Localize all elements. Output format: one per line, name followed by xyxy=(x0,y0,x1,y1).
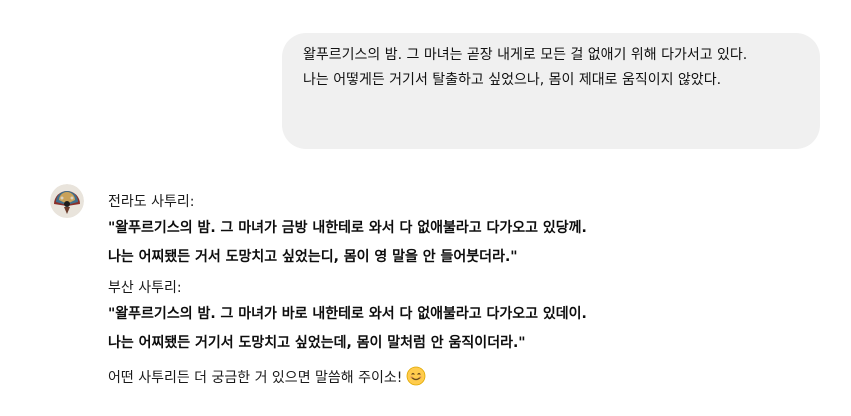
fan-avatar-icon xyxy=(50,184,84,218)
outro-text: 어떤 사투리든 더 궁금한 거 있으면 말씀해 주이소! xyxy=(108,370,403,386)
jeolla-label: 전라도 사투리: xyxy=(108,194,195,210)
busan-quote-line-1: "왈푸르기스의 밤. 그 마녀가 바로 내한테로 와서 다 없애불라고 다가오고… xyxy=(108,306,587,322)
jeolla-quote-line-1: "왈푸르기스의 밤. 그 마녀가 금방 내한테로 와서 다 없애불라고 다가오고… xyxy=(108,220,587,236)
user-message-line-1: 왈푸르기스의 밤. 그 마녀는 곧장 내게로 모든 걸 없애기 위해 다가서고 … xyxy=(303,47,748,63)
busan-quote-line-2: 나는 어찌됐든 거기서 도망치고 싶었는데, 몸이 말처럼 안 움직이더라." xyxy=(108,335,526,351)
outro-line: 어떤 사투리든 더 궁금한 거 있으면 말씀해 주이소! xyxy=(108,366,808,394)
smiling-face-emoji-icon xyxy=(406,366,426,394)
user-message-bubble: 왈푸르기스의 밤. 그 마녀는 곧장 내게로 모든 걸 없애기 위해 다가서고 … xyxy=(282,33,820,149)
busan-label: 부산 사투리: xyxy=(108,280,182,296)
jeolla-quote-line-2: 나는 어찌됐든 거서 도망치고 싶었는디, 몸이 영 말을 안 들어붓더라." xyxy=(108,249,518,265)
chat-page: 왈푸르기스의 밤. 그 마녀는 곧장 내게로 모든 걸 없애기 위해 다가서고 … xyxy=(0,0,851,416)
assistant-message: 전라도 사투리: "왈푸르기스의 밤. 그 마녀가 금방 내한테로 와서 다 없… xyxy=(108,190,808,394)
user-message-line-2: 나는 어떻게든 거기서 탈출하고 싶었으나, 몸이 제대로 움직이지 않았다. xyxy=(303,71,722,88)
